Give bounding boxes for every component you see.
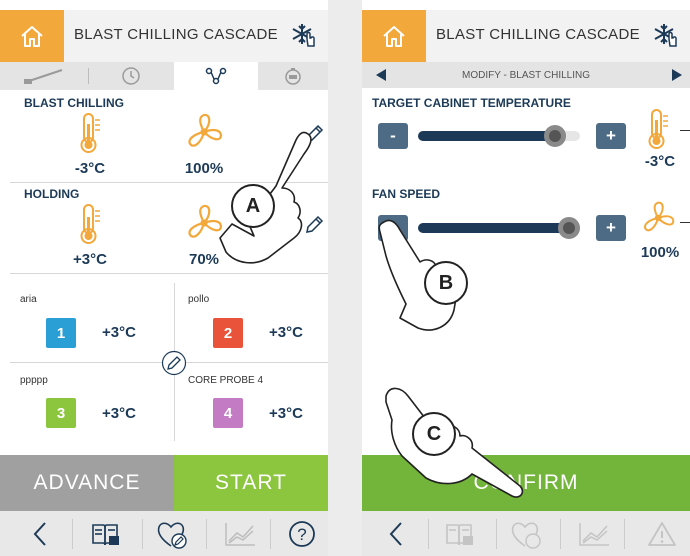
- toolbar-separator: [270, 519, 271, 549]
- probe-number-4[interactable]: 4: [213, 398, 243, 428]
- probe-name: pollo: [188, 294, 210, 305]
- clock-icon: [122, 67, 140, 85]
- alarm-button: [644, 517, 680, 551]
- blast-temp-value: -3°C: [74, 160, 106, 177]
- advance-button[interactable]: ADVANCE: [0, 455, 174, 511]
- start-button[interactable]: START: [174, 455, 328, 511]
- probe-name: ppppp: [20, 375, 48, 386]
- toolbar-separator: [624, 519, 625, 549]
- book-icon: [446, 524, 473, 546]
- back-button[interactable]: [378, 517, 414, 551]
- toolbar-separator: [72, 519, 73, 549]
- modify-label: MODIFY - BLAST CHILLING: [462, 70, 590, 81]
- slider-knob[interactable]: [558, 217, 580, 239]
- book-icon: [92, 524, 119, 546]
- holding-label: HOLDING: [24, 187, 80, 201]
- thermometer-icon: [80, 113, 100, 153]
- slider-fill: [418, 131, 555, 141]
- toolbar-separator: [428, 519, 429, 549]
- warning-icon: [648, 522, 676, 546]
- callout-a: A: [231, 184, 275, 228]
- indicator-line: [680, 222, 690, 223]
- favourites-button[interactable]: [154, 517, 190, 551]
- bottom-toolbar: [362, 511, 690, 556]
- pointing-hand-icon: [385, 387, 524, 498]
- toolbar-separator: [496, 519, 497, 549]
- next-arrow-icon[interactable]: [672, 69, 682, 81]
- help-icon: ?: [289, 521, 315, 547]
- header-title: BLAST CHILLING CASCADE: [436, 26, 640, 43]
- probe-name: aria: [20, 294, 37, 305]
- left-screen: BLAST CHILLING CASCADE BLAST CHILLING -3…: [0, 0, 328, 556]
- home-icon: [383, 26, 405, 47]
- snowflake-hand-icon[interactable]: [652, 22, 680, 50]
- probe-number-3[interactable]: 3: [46, 398, 76, 428]
- header: BLAST CHILLING CASCADE: [362, 10, 690, 62]
- fan-plus-button[interactable]: +: [596, 215, 626, 241]
- target-temp-label: TARGET CABINET TEMPERATURE: [372, 96, 571, 110]
- target-plus-button[interactable]: +: [596, 123, 626, 149]
- target-temp-slider[interactable]: [418, 125, 580, 147]
- recipe-book-button[interactable]: [88, 517, 124, 551]
- toolbar-separator: [560, 519, 561, 549]
- recipe-book-button: [442, 517, 478, 551]
- favourites-button: [508, 517, 544, 551]
- heart-edit-icon: [511, 522, 541, 549]
- tab-bar: [0, 62, 328, 90]
- fan-speed-value: 100%: [640, 244, 680, 261]
- probe-temp: +3°C: [102, 324, 136, 341]
- modify-bar: MODIFY - BLAST CHILLING: [362, 62, 690, 88]
- pencil-icon[interactable]: [161, 350, 187, 376]
- callout-b: B: [424, 261, 468, 305]
- divider: [10, 273, 328, 274]
- chart-icon: [225, 523, 255, 546]
- fan-icon: [643, 201, 675, 232]
- probe-number-1[interactable]: 1: [46, 318, 76, 348]
- home-button[interactable]: [0, 10, 64, 62]
- probe-temp: +3°C: [269, 405, 303, 422]
- help-button[interactable]: ?: [284, 517, 320, 551]
- haccp-chart-button: [576, 517, 612, 551]
- target-minus-button[interactable]: -: [378, 123, 408, 149]
- slider-knob[interactable]: [544, 125, 566, 147]
- tab-cascade[interactable]: [174, 62, 258, 90]
- blast-chilling-label: BLAST CHILLING: [24, 96, 124, 110]
- chart-icon: [579, 523, 609, 546]
- probe-temp: +3°C: [102, 405, 136, 422]
- probe-temp: +3°C: [269, 324, 303, 341]
- timer-icon: [285, 68, 301, 85]
- header-title: BLAST CHILLING CASCADE: [74, 26, 278, 43]
- tab-clock[interactable]: [89, 62, 173, 90]
- probe-needle-icon: [24, 69, 63, 84]
- callout-c: C: [412, 412, 456, 456]
- toolbar-separator: [206, 519, 207, 549]
- help-glyph: ?: [297, 525, 306, 544]
- probe-name: CORE PROBE 4: [188, 375, 264, 386]
- tab-probe[interactable]: [0, 62, 88, 90]
- fan-speed-label: FAN SPEED: [372, 187, 441, 201]
- snowflake-hand-icon[interactable]: [290, 22, 318, 50]
- home-button[interactable]: [362, 10, 426, 62]
- probe-number-2[interactable]: 2: [213, 318, 243, 348]
- thermometer-icon: [648, 109, 668, 149]
- thermometer-icon: [80, 204, 100, 244]
- bottom-toolbar: ?: [0, 511, 328, 556]
- back-icon: [33, 522, 46, 546]
- home-icon: [21, 26, 43, 47]
- haccp-chart-button[interactable]: [222, 517, 258, 551]
- tab-timer[interactable]: [258, 62, 328, 90]
- header: BLAST CHILLING CASCADE: [0, 10, 328, 62]
- toolbar-separator: [142, 519, 143, 549]
- cascade-icon: [205, 67, 227, 85]
- right-screen: BLAST CHILLING CASCADE MODIFY - BLAST CH…: [362, 0, 690, 556]
- target-temp-value: -3°C: [644, 153, 676, 170]
- heart-edit-icon: [157, 522, 187, 549]
- indicator-line: [680, 130, 690, 131]
- back-icon: [389, 522, 402, 546]
- holding-temp-value: +3°C: [73, 251, 107, 268]
- back-button[interactable]: [22, 517, 58, 551]
